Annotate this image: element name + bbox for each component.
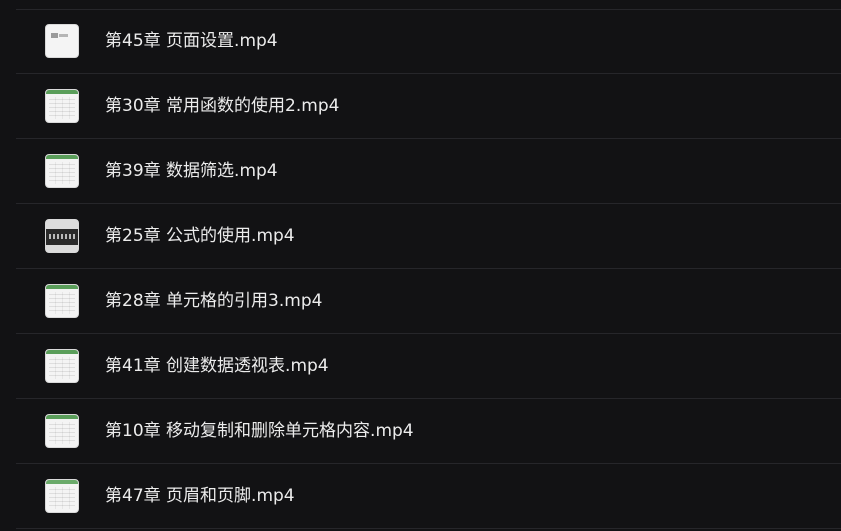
file-name: 第47章 页眉和页脚.mp4	[105, 486, 295, 506]
file-name: 第25章 公式的使用.mp4	[105, 226, 295, 246]
file-name: 第41章 创建数据透视表.mp4	[105, 356, 329, 376]
list-item[interactable]: 第47章 页眉和页脚.mp4	[0, 464, 841, 529]
thumbnail-grid	[49, 97, 75, 119]
thumbnail-grid	[49, 162, 75, 184]
file-name: 第39章 数据筛选.mp4	[105, 161, 278, 181]
list-item[interactable]: 第39章 数据筛选.mp4	[0, 139, 841, 204]
thumbnail-grid	[49, 422, 75, 444]
thumbnail-ribbon	[46, 155, 78, 159]
file-list: 第45章 页面设置.mp4 第30章 常用函数的使用2.mp4 第39章 数据筛…	[0, 9, 841, 529]
list-item[interactable]: 第25章 公式的使用.mp4	[0, 204, 841, 269]
thumbnail-grid	[49, 292, 75, 314]
thumbnail-ribbon	[46, 90, 78, 94]
list-item[interactable]: 第45章 页面设置.mp4	[0, 9, 841, 74]
thumbnail-band	[46, 229, 78, 245]
thumbnail-grid	[49, 357, 75, 379]
video-thumbnail	[45, 24, 79, 58]
thumbnail-ribbon	[46, 350, 78, 354]
thumbnail-mark	[51, 33, 58, 38]
list-item[interactable]: 第30章 常用函数的使用2.mp4	[0, 74, 841, 139]
file-name: 第10章 移动复制和删除单元格内容.mp4	[105, 421, 414, 441]
thumbnail-ribbon	[46, 285, 78, 289]
list-item[interactable]: 第28章 单元格的引用3.mp4	[0, 269, 841, 334]
thumbnail-grid	[49, 487, 75, 509]
thumbnail-mark	[59, 34, 68, 37]
list-item[interactable]: 第41章 创建数据透视表.mp4	[0, 334, 841, 399]
list-item[interactable]: 第10章 移动复制和删除单元格内容.mp4	[0, 399, 841, 464]
video-thumbnail	[45, 219, 79, 253]
thumbnail-ribbon	[46, 480, 78, 484]
video-thumbnail	[45, 414, 79, 448]
video-thumbnail	[45, 284, 79, 318]
video-thumbnail	[45, 479, 79, 513]
video-thumbnail	[45, 154, 79, 188]
video-thumbnail	[45, 89, 79, 123]
file-name: 第28章 单元格的引用3.mp4	[105, 291, 323, 311]
file-name: 第45章 页面设置.mp4	[105, 31, 278, 51]
file-name: 第30章 常用函数的使用2.mp4	[105, 96, 340, 116]
thumbnail-ribbon	[46, 415, 78, 419]
video-thumbnail	[45, 349, 79, 383]
